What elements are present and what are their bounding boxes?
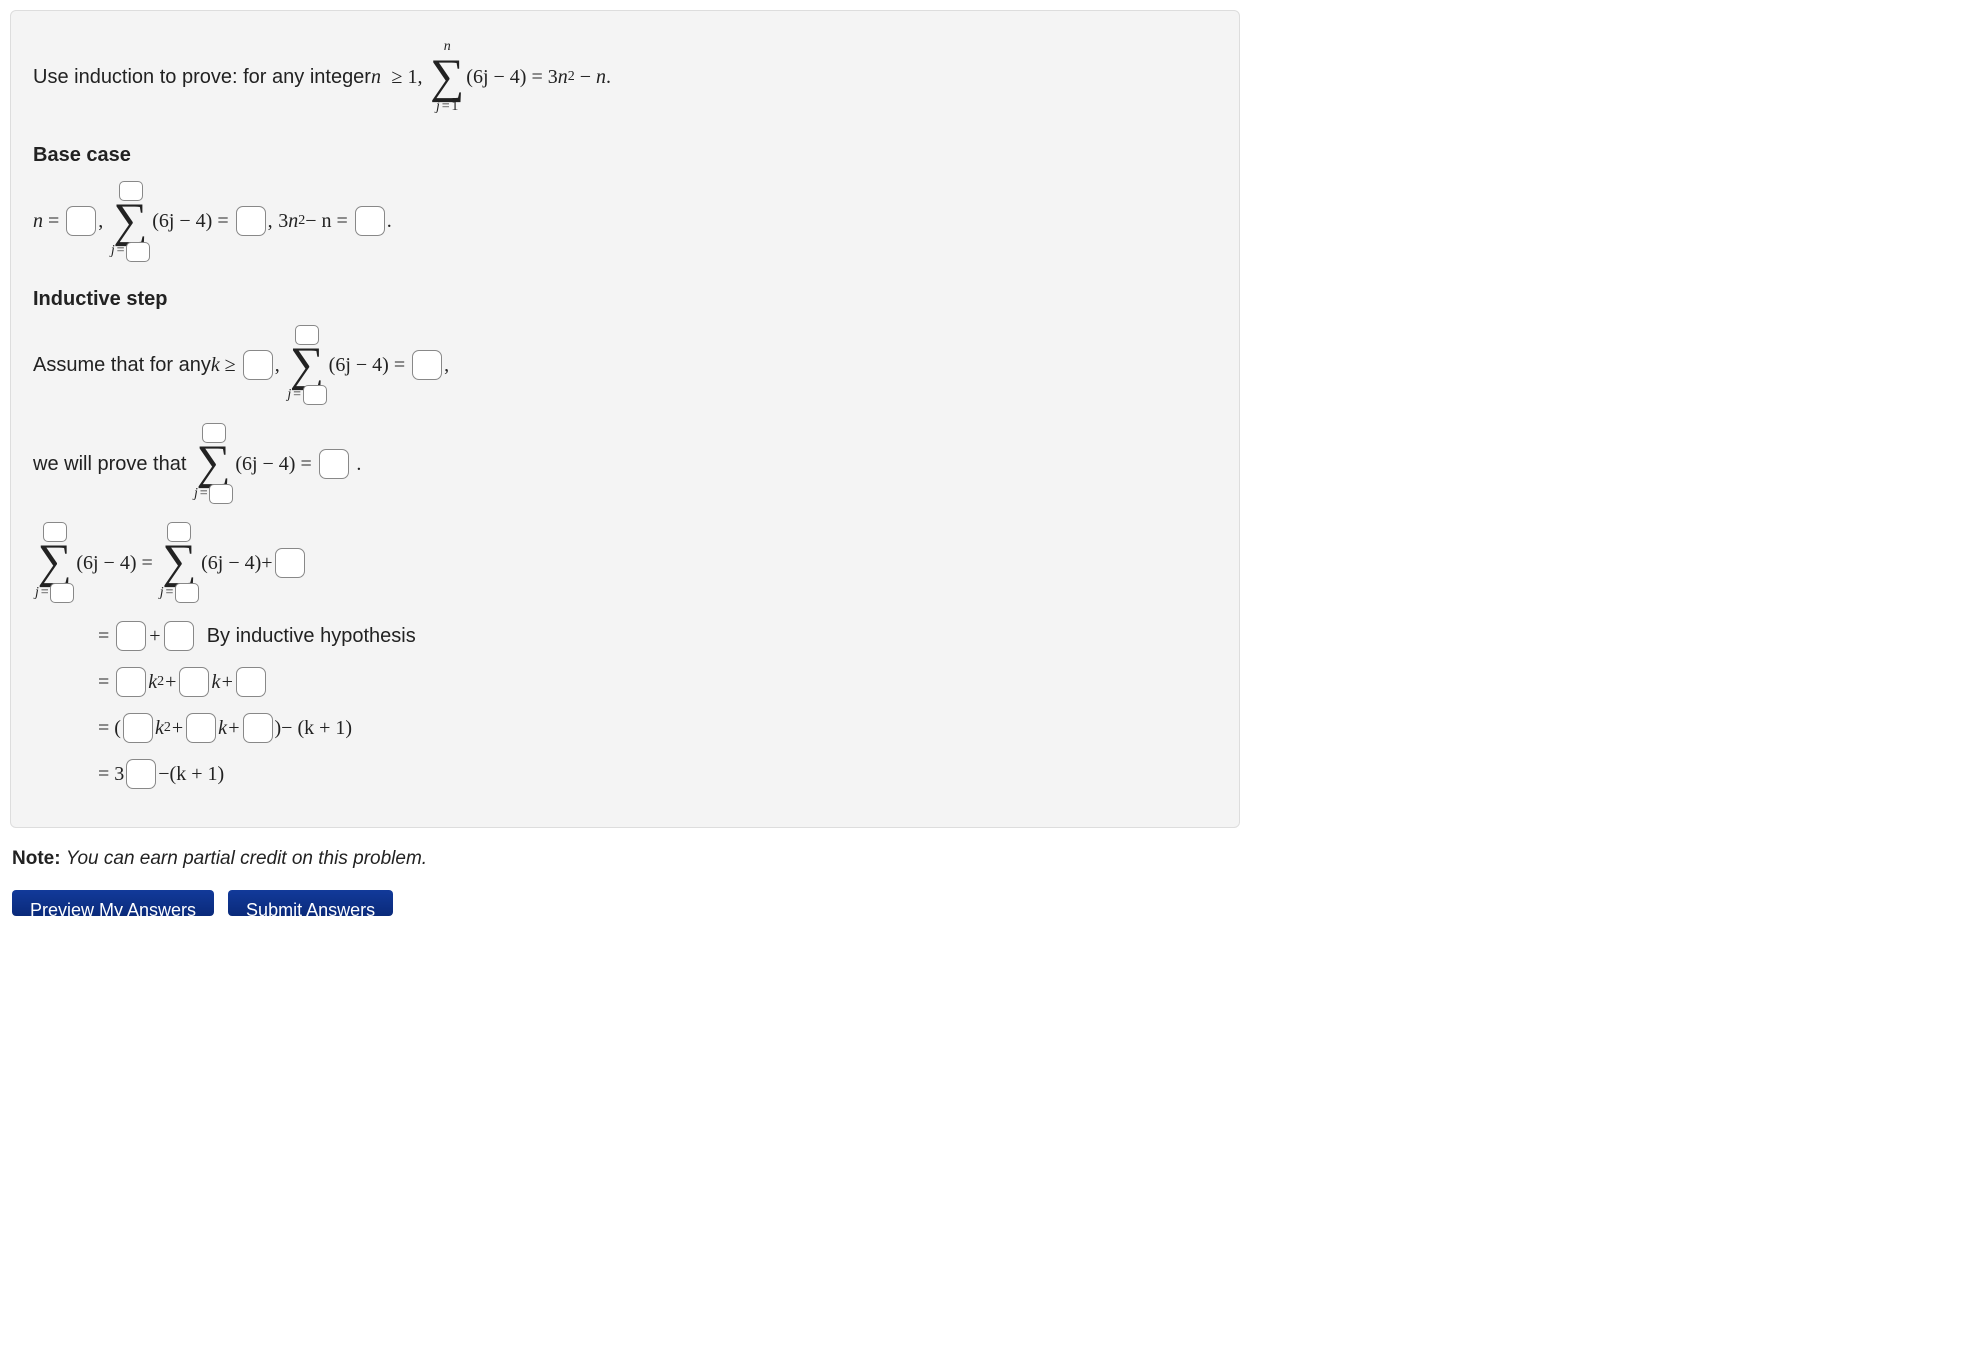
blank-w4c[interactable] — [243, 713, 273, 743]
problem-box: Use induction to prove: for any integer … — [10, 10, 1240, 828]
blank-base-rhs[interactable] — [355, 206, 385, 236]
sq: 2 — [568, 69, 575, 86]
submit-answers-button[interactable]: Submit Answers — [228, 890, 393, 916]
eq: = — [526, 65, 547, 89]
blank-n-value[interactable] — [66, 206, 96, 236]
sigma-prove: ∑ j= — [194, 423, 233, 504]
work-line-2: = + By inductive hypothesis — [33, 621, 1217, 651]
assume-line: Assume that for any k ≥ , ∑ j= (6j − 4) … — [33, 325, 1217, 406]
blank-w4b[interactable] — [186, 713, 216, 743]
num-1: 1 — [408, 65, 418, 89]
problem-statement: Use induction to prove: for any integer … — [33, 37, 1217, 118]
n-base: n — [558, 65, 568, 89]
n-tail: n — [596, 65, 606, 89]
sigma-problem: n ∑ j=1 — [430, 37, 464, 118]
geq-symbol: ≥ — [387, 65, 408, 89]
prove-line: we will prove that ∑ j= (6j − 4) = . — [33, 423, 1217, 504]
note-label: Note: — [12, 848, 61, 869]
var-n: n — [371, 65, 381, 89]
by-hypothesis-text: By inductive hypothesis — [207, 624, 416, 648]
blank-w3a[interactable] — [116, 667, 146, 697]
blank-w2a[interactable] — [116, 621, 146, 651]
blank-w1-extra[interactable] — [275, 548, 305, 578]
base-case-line: n = , ∑ j= (6j − 4) = , 3 n 2 − n = . — [33, 181, 1217, 262]
blank-assume-lower[interactable] — [303, 385, 327, 405]
sigma-assume: ∑ j= — [287, 325, 326, 406]
work-line-4: = ( k 2 + k+ ) − (k + 1) — [33, 713, 1217, 743]
blank-base-sum-result[interactable] — [236, 206, 266, 236]
work-line-1: ∑ j= (6j − 4) = ∑ j= (6j − 4)+ — [33, 522, 1217, 603]
blank-w1-lhs-lower[interactable] — [50, 583, 74, 603]
work-line-5: = 3 −(k + 1) — [33, 759, 1217, 789]
partial-credit-note: Note: You can earn partial credit on thi… — [12, 848, 1974, 870]
three: 3 — [548, 65, 558, 89]
blank-w4a[interactable] — [123, 713, 153, 743]
summand: (6j − 4) — [466, 65, 526, 89]
period: . — [606, 65, 611, 89]
blank-w3c[interactable] — [236, 667, 266, 697]
button-row: Preview My Answers Submit Answers — [12, 890, 1986, 916]
prompt-text: Use induction to prove: for any integer — [33, 65, 371, 89]
blank-assume-rhs[interactable] — [412, 350, 442, 380]
blank-w5[interactable] — [126, 759, 156, 789]
blank-prove-lower[interactable] — [209, 484, 233, 504]
base-case-heading: Base case — [33, 144, 1217, 167]
blank-w1-rhs-lower[interactable] — [175, 583, 199, 603]
blank-base-lower[interactable] — [126, 242, 150, 262]
work-line-3: = k 2 + k+ — [33, 667, 1217, 697]
sigma-base: ∑ j= — [111, 181, 150, 262]
blank-prove-rhs[interactable] — [319, 449, 349, 479]
blank-k-geq[interactable] — [243, 350, 273, 380]
sigma-rhs: ∑ j= — [160, 522, 199, 603]
note-text: You can earn partial credit on this prob… — [66, 848, 427, 869]
minus: − — [575, 65, 596, 89]
sigma-lhs: ∑ j= — [35, 522, 74, 603]
inductive-step-heading: Inductive step — [33, 288, 1217, 311]
blank-w3b[interactable] — [179, 667, 209, 697]
blank-w2b[interactable] — [164, 621, 194, 651]
preview-answers-button[interactable]: Preview My Answers — [12, 890, 214, 916]
